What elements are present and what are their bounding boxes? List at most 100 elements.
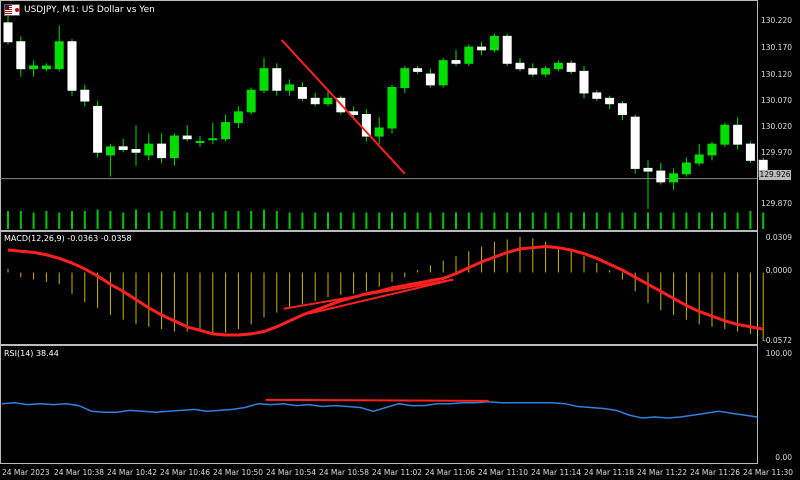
candle-body [285,84,295,91]
candle-body [605,97,615,105]
price-axis-label: 129.970 [760,148,792,157]
price-axis-label: 130.020 [760,122,792,131]
macd-trendline [283,278,454,310]
time-axis-label: 24 Mar 10:42 [107,468,158,477]
candle-body [579,70,589,94]
candle-body [528,68,538,75]
current-price-tag: 129.926 [759,170,791,180]
candle-body [374,127,384,137]
candle-body [105,146,115,156]
time-axis-label: 24 Mar 2023 [2,468,50,477]
macd-axis-label: -0.0572 [763,336,792,345]
candle-body [656,170,666,183]
candle-body [515,62,525,70]
candle-body [464,46,474,64]
macd-axis-label: 0.0000 [765,266,792,275]
candle-body [195,140,205,143]
time-axis-label: 24 Mar 11:18 [584,468,635,477]
panel-border [0,345,758,464]
candle-body [323,97,333,105]
candle-body [297,87,307,99]
candle-body [41,65,51,70]
candle-body [259,68,269,91]
rsi-trendline [265,398,489,402]
time-axis-label: 24 Mar 10:54 [266,468,317,477]
candle-body [93,105,103,153]
candle-body [477,46,487,51]
candle-body [553,62,563,70]
candle-body [182,135,192,140]
time-axis-label: 24 Mar 11:06 [425,468,476,477]
candle-body [413,68,423,72]
candle-body [489,35,499,51]
candle-body [707,143,717,156]
price-axis-label: 129.870 [760,199,792,208]
candle-body [566,62,576,72]
rsi-axis-label: 0.00 [775,453,792,462]
candle-body [272,68,282,91]
candle-body [3,22,13,43]
panel-border [0,0,758,231]
candle-body [131,149,141,153]
candle-body [208,138,218,141]
candle-body [144,143,154,156]
candle-body [221,122,231,140]
candle-body [541,68,551,75]
time-axis-label: 24 Mar 11:02 [372,468,423,477]
candle-body [67,41,77,91]
macd-label: MACD(12,26,9) -0.0363 -0.0358 [4,234,132,243]
time-axis-label: 24 Mar 11:14 [531,468,582,477]
candle-body [118,146,128,151]
candle-body [592,92,602,99]
panel-frames [0,0,758,464]
rsi-label: RSI(14) 38.44 [4,349,59,358]
candle-body [681,162,691,175]
rsi-line [1,401,758,419]
candle-body [694,154,704,164]
candle-body [720,124,730,145]
price-axis-label: 130.170 [760,43,792,52]
usd-jpy-flag-icon [4,4,20,16]
time-axis-label: 24 Mar 11:26 [690,468,741,477]
time-axis-label: 24 Mar 10:50 [213,468,264,477]
time-axis-label: 24 Mar 10:58 [319,468,370,477]
candle-body [745,143,755,161]
candle-body [387,87,397,129]
candle-body [233,111,243,124]
time-axis-label: 24 Mar 11:30 [743,468,794,477]
candle-body [157,143,167,159]
candle-body [669,173,679,183]
macd-axis-label: 0.0309 [765,233,792,242]
time-axis-label: 24 Mar 10:38 [54,468,105,477]
candle-body [169,135,179,159]
macd-trendline [308,278,454,315]
candle-body [438,60,448,86]
candle-body [451,60,461,64]
chart-title: USDJPY, M1: US Dollar vs Yen [4,3,155,17]
candle-body [246,89,256,113]
candle-body [733,124,743,145]
rsi-axis-label: 100.00 [765,349,792,358]
price-axis-label: 130.220 [760,16,792,25]
candle-body [16,41,26,70]
candle-body [502,35,512,64]
price-trendline [280,39,406,175]
candle-body [617,103,627,116]
symbol-description: US Dollar vs Yen [81,5,155,15]
price-axis-label: 130.120 [760,70,792,79]
time-axis-label: 24 Mar 11:22 [637,468,688,477]
symbol-label: USDJPY, M1: [24,5,79,15]
candle-body [400,68,410,89]
time-axis-label: 24 Mar 10:46 [160,468,211,477]
candle-body [425,73,435,86]
candle-body [630,116,640,169]
candle-body [643,167,653,172]
price-axis-label: 130.070 [760,96,792,105]
macd-panel[interactable] [7,237,764,341]
price-panel[interactable] [0,12,768,229]
candle-body [54,41,64,70]
candle-body [310,97,320,105]
time-axis-label: 24 Mar 11:10 [478,468,529,477]
rsi-panel[interactable] [1,398,758,419]
candle-body [29,65,39,70]
